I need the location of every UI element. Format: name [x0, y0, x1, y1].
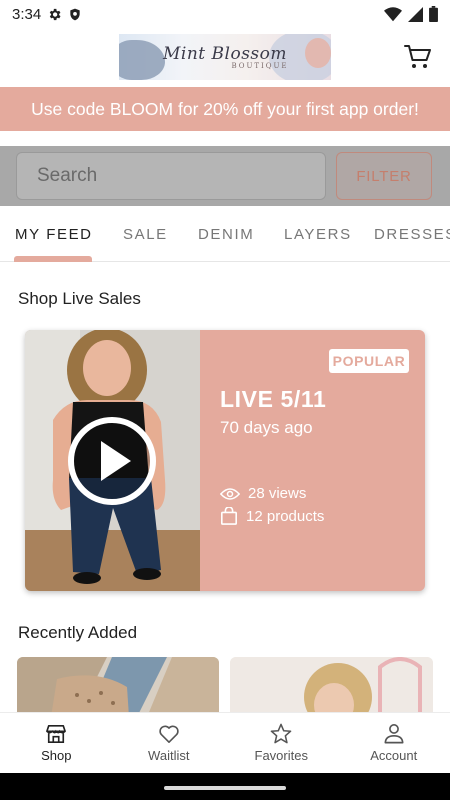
live-title: LIVE 5/11 [220, 386, 327, 412]
heart-icon [159, 725, 179, 743]
wifi-icon [384, 6, 402, 21]
tab-sale[interactable]: SALE [123, 226, 168, 243]
app-header: Mint Blossom BOUTIQUE [0, 28, 450, 86]
cellular-signal-icon [408, 6, 423, 22]
tab-my-feed[interactable]: MY FEED [15, 226, 93, 243]
nav-account[interactable]: Account [338, 713, 450, 773]
status-time: 3:34 [12, 5, 42, 23]
nav-shop-label: Shop [41, 747, 72, 763]
nav-favorites-label: Favorites [254, 748, 308, 763]
live-sale-card[interactable]: POPULAR LIVE 5/11 70 days ago 28 views 1… [25, 330, 425, 591]
nav-favorites[interactable]: Favorites [225, 713, 338, 773]
system-navigation-bar [0, 773, 450, 800]
product-thumbnail[interactable] [230, 657, 433, 717]
tab-dresses[interactable]: DRESSES [374, 226, 450, 243]
search-placeholder: Search [37, 165, 98, 186]
tab-layers[interactable]: LAYERS [284, 226, 352, 243]
live-video-thumbnail[interactable] [25, 330, 200, 591]
search-bar-area: Search FILTER [0, 146, 450, 206]
live-sales-heading: Shop Live Sales [18, 289, 141, 308]
views-stat: 28 views [220, 485, 306, 502]
star-icon [270, 723, 292, 744]
play-icon[interactable] [67, 416, 157, 506]
shopping-bag-icon [220, 507, 238, 525]
person-icon [384, 724, 404, 744]
nav-waitlist[interactable]: Waitlist [113, 713, 226, 773]
promo-banner[interactable]: Use code BLOOM for 20% off your first ap… [0, 87, 450, 131]
nav-account-label: Account [370, 748, 418, 763]
settings-gear-icon [49, 8, 61, 20]
popular-badge: POPULAR [329, 349, 409, 373]
eye-icon [220, 487, 240, 500]
views-count: 28 views [248, 485, 307, 502]
logo-script-text: Mint Blossom [163, 44, 287, 64]
filter-button-label: FILTER [356, 167, 412, 185]
product-thumbnail[interactable] [17, 657, 219, 717]
app-screen: 3:34 Mint Blossom BOUTIQUE Use code BLOO… [0, 0, 450, 800]
logo-sub-text: BOUTIQUE [231, 62, 289, 70]
filter-button[interactable]: FILTER [336, 152, 432, 200]
tab-denim[interactable]: DENIM [198, 226, 254, 243]
active-tab-indicator [14, 256, 92, 262]
search-input[interactable]: Search [16, 152, 326, 200]
home-gesture-handle[interactable] [164, 786, 286, 790]
bottom-navigation: Shop Waitlist Favorites Account [0, 712, 450, 773]
product-image [230, 657, 433, 717]
live-time-ago: 70 days ago [220, 418, 313, 437]
nav-waitlist-label: Waitlist [148, 747, 190, 763]
nav-shop[interactable]: Shop [0, 713, 113, 773]
shield-icon [70, 8, 80, 20]
recently-added-heading: Recently Added [18, 623, 138, 642]
status-bar: 3:34 [0, 0, 450, 28]
product-image [17, 657, 219, 717]
popular-badge-label: POPULAR [332, 353, 406, 369]
products-stat: 12 products [220, 507, 324, 525]
promo-text: Use code BLOOM for 20% off your first ap… [31, 98, 419, 119]
products-count: 12 products [246, 507, 325, 525]
category-tabs: MY FEED SALE DENIM LAYERS DRESSES [0, 206, 450, 262]
live-sale-info: POPULAR LIVE 5/11 70 days ago 28 views 1… [200, 330, 425, 591]
cart-icon[interactable] [404, 44, 432, 70]
brand-logo[interactable]: Mint Blossom BOUTIQUE [119, 34, 331, 80]
battery-icon [429, 6, 438, 22]
storefront-icon [46, 724, 67, 743]
